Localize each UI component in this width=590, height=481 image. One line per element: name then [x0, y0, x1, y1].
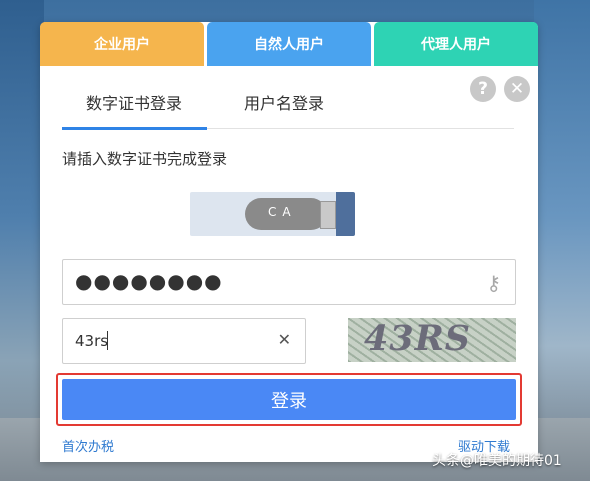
tab-enterprise-user[interactable]: 企业用户: [40, 22, 204, 66]
insert-certificate-hint: 请插入数字证书完成登录: [62, 150, 228, 168]
login-button[interactable]: 登录: [62, 379, 516, 420]
user-type-tabs: 企业用户 自然人用户 代理人用户: [40, 22, 538, 66]
login-button-highlight: 登录: [56, 373, 522, 426]
watermark-text: 头条@唯美的期待01: [432, 453, 562, 469]
tab-agent-user[interactable]: 代理人用户: [374, 22, 538, 66]
active-tab-underline: [62, 127, 207, 130]
tab-natural-person-user[interactable]: 自然人用户: [207, 22, 371, 66]
captcha-image-text: 43RS: [364, 318, 472, 359]
text-caret: [107, 331, 108, 350]
usb-key-image: CA: [190, 192, 355, 236]
clear-icon[interactable]: ✕: [278, 330, 291, 349]
usb-key-label: CA: [268, 205, 297, 219]
captcha-image[interactable]: 43RS: [348, 318, 516, 362]
usb-key-port: [336, 192, 355, 236]
login-method-tabs: 数字证书登录 用户名登录: [62, 84, 514, 130]
background-left: [0, 0, 44, 481]
first-time-tax-link[interactable]: 首次办税: [62, 436, 114, 455]
captcha-input-value: 43rs: [75, 332, 109, 350]
tab-certificate-login[interactable]: 数字证书登录: [86, 90, 182, 114]
login-panel: 企业用户 自然人用户 代理人用户 ? ✕ 数字证书登录 用户名登录 请插入数字证…: [40, 22, 538, 462]
captcha-input[interactable]: 43rs ✕: [62, 318, 306, 364]
tab-username-login[interactable]: 用户名登录: [244, 90, 324, 114]
password-value: ●●●●●●●●: [75, 269, 223, 293]
password-field[interactable]: ●●●●●●●● ⚷: [62, 259, 516, 305]
key-icon[interactable]: ⚷: [486, 271, 501, 295]
background-right: [534, 0, 590, 481]
usb-key-plug: [320, 201, 336, 229]
